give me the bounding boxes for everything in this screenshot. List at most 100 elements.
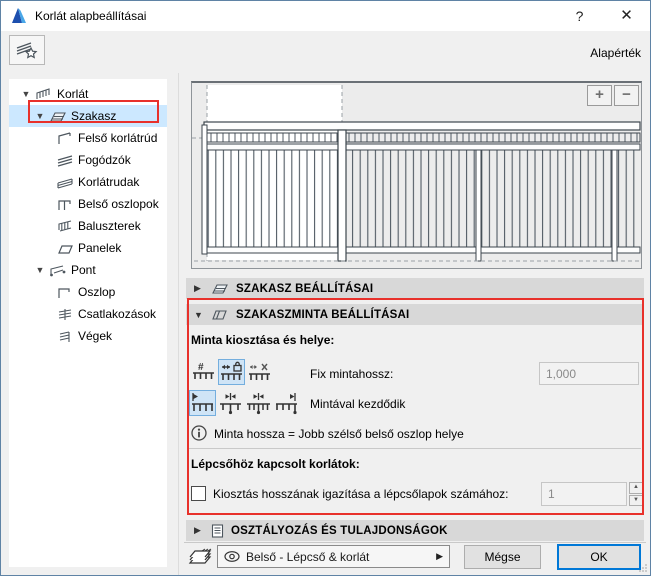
document-icon [211, 523, 224, 538]
end-with-pattern-icon [276, 393, 297, 415]
pattern-start-end-button[interactable] [273, 390, 300, 416]
pattern-start-center-baluster-button[interactable] [245, 390, 272, 416]
zoom-out-button[interactable]: − [614, 85, 639, 106]
layer-picker[interactable]: Belső - Lépcső & korlát ▶ [217, 545, 450, 568]
ok-button[interactable]: OK [557, 544, 641, 570]
start-with-pattern-icon [192, 393, 213, 411]
chevron-down-icon[interactable]: ▼ [35, 265, 45, 275]
pattern-start-begin-button[interactable] [189, 390, 216, 416]
pattern-start-center-post-button[interactable] [217, 390, 244, 416]
sidebar-item-belso-oszlopok[interactable]: Belső oszlopok [9, 193, 167, 215]
title-bar: Korlát alapbeállításai ? ✕ [1, 1, 650, 31]
center-from-post-icon [220, 393, 241, 415]
sidebar-item-pont[interactable]: ▼ Pont [9, 259, 167, 281]
stairs-heading: Lépcsőhöz kapcsolt korlátok: [191, 457, 360, 471]
segment-icon [211, 282, 229, 295]
sidebar-item-label: Belső oszlopok [78, 197, 159, 211]
fixed-length-icon [221, 361, 242, 380]
sidebar-item-fogodzok[interactable]: Fogódzók [9, 149, 167, 171]
sidebar-item-panelek[interactable]: Panelek [9, 237, 167, 259]
close-button[interactable]: ✕ [604, 1, 649, 31]
post-icon [57, 286, 74, 299]
sidebar-item-label: Oszlop [78, 285, 116, 299]
info-text: Minta hossza = Jobb szélső belső oszlop … [214, 427, 464, 441]
element-tree: ▼ Korlát ▼ Szakasz Felső korlátrúd Fogód… [9, 79, 167, 567]
layer-name: Belső - Lépcső & korlát [246, 549, 370, 564]
inner-posts-icon [57, 198, 74, 211]
spinner-up-icon[interactable]: ▲ [629, 482, 643, 494]
chevron-right-icon: ▶ [436, 551, 443, 561]
sidebar-item-felso-korlatrud[interactable]: Felső korlátrúd [9, 127, 167, 149]
toolbar: Alapérték [1, 31, 650, 73]
sidebar-item-label: Korlátrudak [78, 175, 140, 189]
expand-arrow-icon[interactable]: ▼ [194, 310, 204, 320]
sidebar-item-label: Korlát [57, 87, 89, 101]
sidebar-item-label: Pont [71, 263, 96, 277]
panel-icon [211, 308, 229, 321]
section-title: SZAKASZMINTA BEÁLLÍTÁSAI [236, 308, 410, 321]
cancel-button[interactable]: Mégse [464, 545, 541, 569]
stair-adjust-checkbox[interactable] [191, 486, 206, 501]
help-button[interactable]: ? [557, 1, 602, 31]
pattern-mode-flexible-button[interactable] [246, 359, 273, 385]
divisions-icon: # [193, 362, 214, 379]
sidebar-item-label: Panelek [78, 241, 122, 255]
sidebar-item-szakasz[interactable]: ▼ Szakasz [9, 105, 167, 127]
section-osztalyozas[interactable]: ▶ OSZTÁLYOZÁS ÉS TULAJDONSÁGOK [186, 520, 644, 541]
center-from-baluster-icon [247, 393, 270, 415]
panel-divider [178, 73, 179, 575]
favorites-icon [16, 42, 38, 59]
eye-icon [224, 551, 240, 562]
resize-grip[interactable] [639, 564, 647, 572]
node-icon [49, 264, 67, 277]
fix-length-input[interactable] [539, 362, 639, 385]
ends-icon [57, 330, 74, 343]
divider [189, 448, 641, 449]
section-title: SZAKASZ BEÁLLÍTÁSAI [236, 282, 374, 295]
connections-icon [57, 308, 74, 321]
collapse-arrow-icon[interactable]: ▶ [194, 283, 204, 294]
balusters-icon [57, 219, 74, 233]
sidebar-item-label: Szakasz [71, 109, 117, 123]
start-mode-label: Mintával kezdődik [310, 397, 406, 411]
sidebar-item-label: Végek [78, 329, 113, 343]
sidebar-item-oszlop[interactable]: Oszlop [9, 281, 167, 303]
railing-icon [35, 87, 53, 101]
zoom-in-button[interactable]: + [587, 85, 612, 106]
app-icon [10, 7, 28, 25]
top-rail-icon [57, 131, 74, 145]
sidebar-item-csatlakozasok[interactable]: Csatlakozások [9, 303, 167, 325]
sidebar-item-label: Felső korlátrúd [78, 131, 158, 145]
stair-count-input[interactable] [541, 482, 627, 506]
svg-text:#: # [198, 362, 204, 373]
flexible-icon [249, 363, 270, 380]
chevron-down-icon[interactable]: ▼ [35, 111, 45, 121]
sidebar-item-korlatrudak[interactable]: Korlátrudak [9, 171, 167, 193]
sidebar-item-label: Csatlakozások [78, 307, 157, 321]
stair-adjust-label: Kiosztás hosszának igazítása a lépcsőlap… [213, 487, 509, 501]
section-title: OSZTÁLYOZÁS ÉS TULAJDONSÁGOK [231, 524, 448, 537]
section-szakasz-beallitasai[interactable]: ▶ SZAKASZ BEÁLLÍTÁSAI [186, 278, 644, 299]
segment-icon [49, 110, 67, 123]
handrails-icon [57, 154, 74, 167]
pattern-mode-divisions-button[interactable]: # [190, 359, 217, 385]
railing-preview[interactable] [191, 81, 642, 269]
pattern-mode-fixed-length-button[interactable] [218, 359, 245, 385]
stair-count-stepper[interactable]: ▲ ▼ [629, 482, 643, 506]
sidebar-item-vegek[interactable]: Végek [9, 325, 167, 347]
sidebar-item-korlat[interactable]: ▼ Korlát [9, 83, 167, 105]
layers-icon[interactable] [188, 547, 214, 567]
collapse-arrow-icon[interactable]: ▶ [194, 525, 204, 536]
sidebar-item-baluszterek[interactable]: Baluszterek [9, 215, 167, 237]
chevron-down-icon[interactable]: ▼ [21, 89, 31, 99]
fix-length-label: Fix mintahossz: [310, 367, 394, 381]
favorites-button[interactable] [9, 35, 45, 65]
sidebar-item-label: Fogódzók [78, 153, 131, 167]
section-szakaszminta-beallitasai[interactable]: ▼ SZAKASZMINTA BEÁLLÍTÁSAI [186, 304, 644, 325]
spinner-down-icon[interactable]: ▼ [629, 494, 643, 506]
panels-icon [57, 242, 74, 255]
pattern-heading: Minta kiosztása és helye: [191, 333, 335, 347]
rails-icon [57, 176, 74, 189]
sidebar-item-label: Baluszterek [78, 219, 141, 233]
footer-divider [184, 542, 646, 543]
